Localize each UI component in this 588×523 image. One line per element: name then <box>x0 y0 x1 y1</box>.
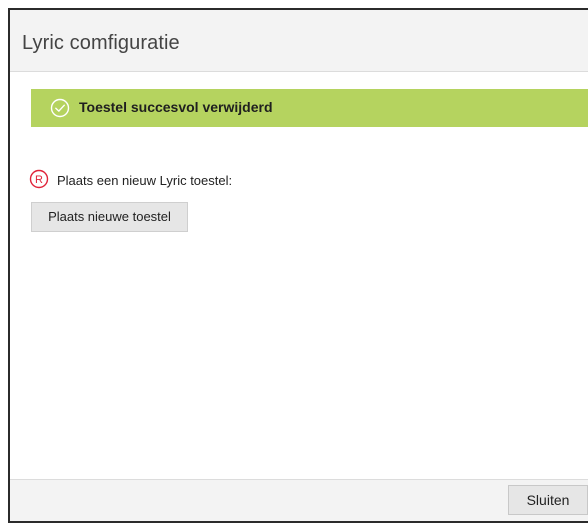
close-button[interactable]: Sluiten <box>508 485 588 515</box>
place-new-device-button[interactable]: Plaats nieuwe toestel <box>31 202 188 232</box>
instruction-text: Plaats een nieuw Lyric toestel: <box>57 173 233 188</box>
success-banner: Toestel succesvol verwijderd <box>31 89 588 127</box>
dialog-title: Lyric comfiguratie <box>22 32 180 54</box>
dialog-footer: Sluiten <box>10 479 588 521</box>
success-message: Toestel succesvol verwijderd <box>79 99 273 115</box>
title-bar: Lyric comfiguratie <box>10 10 588 72</box>
check-circle-icon <box>50 98 70 118</box>
svg-text:R: R <box>35 174 43 186</box>
registered-icon: R <box>29 169 49 189</box>
lyric-config-dialog: Lyric comfiguratie Toestel succesvol ver… <box>8 8 588 523</box>
